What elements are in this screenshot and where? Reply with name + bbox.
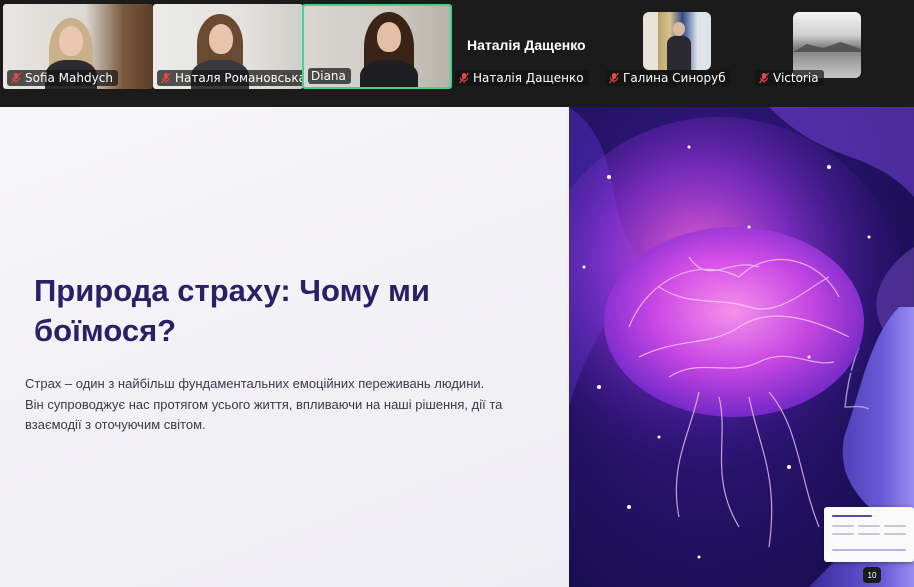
shared-slide: Природа страху: Чому ми боїмося? Страх –… <box>0 107 914 587</box>
muted-mic-icon <box>759 72 769 84</box>
participant-tile-halyna[interactable]: Галина Синоруб <box>605 4 755 89</box>
participant-name: Наталія Дащенко <box>473 71 584 85</box>
slide-text-panel: Природа страху: Чому ми боїмося? Страх –… <box>0 107 569 587</box>
page-number-badge: 10 <box>863 567 881 583</box>
participant-nametag: Sofia Mahdych <box>7 70 118 86</box>
participant-strip: Sofia Mahdych Наталя Романовська Diana Н… <box>0 0 914 107</box>
participant-name: Наталя Романовська <box>175 71 303 85</box>
participant-nametag: Diana <box>308 68 351 84</box>
participant-name: Галина Синоруб <box>623 71 726 85</box>
slide-thumbnail-preview[interactable] <box>824 507 914 562</box>
participant-nametag: Галина Синоруб <box>605 70 731 86</box>
participant-nametag: Victoria <box>755 70 824 86</box>
profile-photo <box>643 12 711 70</box>
muted-mic-icon <box>161 72 171 84</box>
participant-name: Victoria <box>773 71 819 85</box>
slide-title: Природа страху: Чому ми боїмося? <box>34 273 430 348</box>
participant-nametag: Наталя Романовська <box>157 70 303 86</box>
featured-participant-name: Наталія Дащенко <box>467 37 586 53</box>
muted-mic-icon <box>11 72 21 84</box>
participant-tile-diana[interactable]: Diana <box>302 4 452 89</box>
slide-body: Страх – один з найбільш фундаментальних … <box>25 376 503 432</box>
participant-tile-victoria[interactable]: Victoria <box>755 4 905 89</box>
participant-name: Diana <box>311 69 346 83</box>
profile-photo <box>793 12 861 78</box>
muted-mic-icon <box>459 72 469 84</box>
participant-tile-sofia[interactable]: Sofia Mahdych <box>3 4 153 89</box>
participant-nametag: Наталія Дащенко <box>455 70 589 86</box>
muted-mic-icon <box>609 72 619 84</box>
participant-name: Sofia Mahdych <box>25 71 113 85</box>
participant-tile-natalia-r[interactable]: Наталя Романовська <box>153 4 303 89</box>
brain-illustration: 10 <box>569 107 914 587</box>
